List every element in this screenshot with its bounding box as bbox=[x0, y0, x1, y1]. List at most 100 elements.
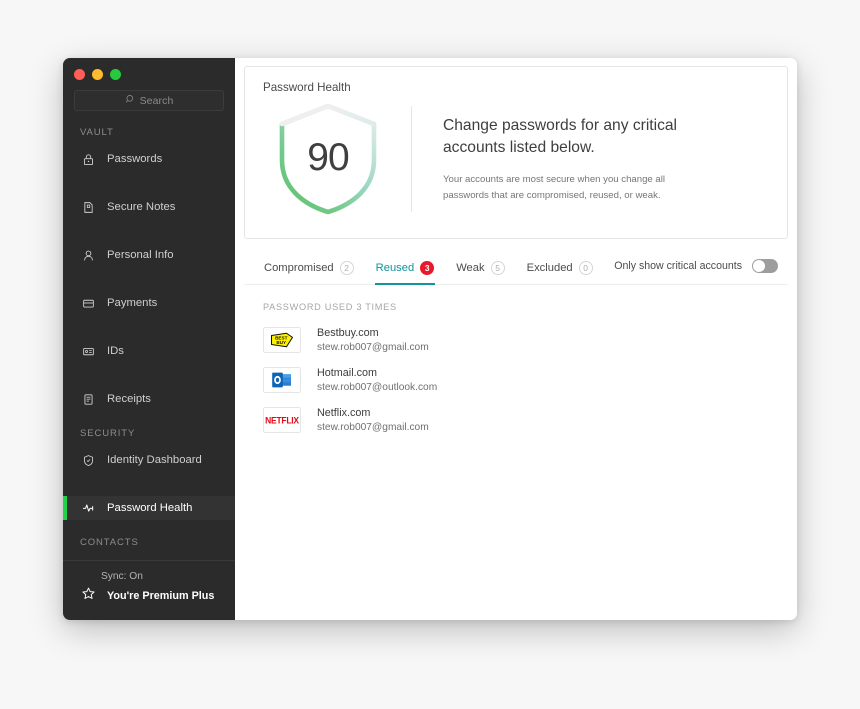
list-section-label: PASSWORD USED 3 TIMES bbox=[263, 302, 397, 312]
health-score-shield: 90 bbox=[270, 100, 386, 218]
sidebar-group-label-vault: VAULT bbox=[80, 127, 114, 138]
page-title: Password Health bbox=[263, 81, 351, 94]
sidebar-item-passwords[interactable]: Passwords bbox=[63, 147, 235, 171]
sidebar-group-vault: VAULT Passwords Secure Notes Personal In… bbox=[63, 127, 235, 411]
tab-reused[interactable]: Reused 3 bbox=[365, 255, 446, 285]
sidebar-item-label: Personal Info bbox=[107, 249, 174, 261]
bestbuy-logo: BEST BUY bbox=[263, 327, 301, 353]
svg-text:BUY: BUY bbox=[276, 340, 287, 345]
maximize-button[interactable] bbox=[110, 69, 121, 80]
sidebar-nav: VAULT Passwords Secure Notes Personal In… bbox=[63, 111, 235, 560]
health-headline: Change passwords for any critical accoun… bbox=[443, 116, 678, 156]
health-score-value: 90 bbox=[307, 136, 349, 180]
premium-plan-label: You're Premium Plus bbox=[107, 590, 215, 602]
toggle-knob bbox=[753, 259, 765, 272]
tab-excluded[interactable]: Excluded 0 bbox=[516, 255, 604, 284]
nav-gap bbox=[63, 171, 235, 195]
sidebar-item-label: Payments bbox=[107, 297, 158, 309]
nav-gap bbox=[63, 315, 235, 339]
sidebar-item-label: Identity Dashboard bbox=[107, 454, 202, 466]
sidebar-item-password-health[interactable]: Password Health bbox=[63, 496, 235, 520]
row-site: Bestbuy.com bbox=[317, 327, 379, 339]
sidebar-group-security: SECURITY Identity Dashboard Password Hea… bbox=[63, 428, 235, 520]
main-content: Password Health 90 Change passwords for … bbox=[235, 58, 797, 620]
nav-gap bbox=[63, 219, 235, 243]
netflix-logo: NETFLIX bbox=[263, 407, 301, 433]
shield-icon bbox=[81, 453, 96, 468]
tab-count-badge: 3 bbox=[420, 261, 435, 275]
nav-gap bbox=[63, 472, 235, 496]
person-icon bbox=[81, 248, 96, 263]
sidebar-item-secure-notes[interactable]: Secure Notes bbox=[63, 195, 235, 219]
row-account: stew.rob007@gmail.com bbox=[317, 422, 429, 433]
table-row[interactable]: BEST BUY Bestbuy.com stew.rob007@gmail.c… bbox=[253, 320, 778, 360]
note-icon bbox=[81, 200, 96, 215]
sidebar-group-contacts: CONTACTS Sharing Center bbox=[63, 537, 235, 560]
table-row[interactable]: Hotmail.com stew.rob007@outlook.com bbox=[253, 360, 778, 400]
sidebar: Search VAULT Passwords Secure Notes Pers… bbox=[63, 58, 235, 620]
sidebar-footer: Sync: On You're Premium Plus bbox=[63, 560, 235, 620]
sidebar-item-label: Password Health bbox=[107, 502, 193, 514]
table-row[interactable]: NETFLIX Netflix.com stew.rob007@gmail.co… bbox=[253, 400, 778, 440]
receipt-icon bbox=[81, 392, 96, 407]
search-icon bbox=[125, 92, 136, 110]
row-texts: Hotmail.com stew.rob007@outlook.com bbox=[317, 367, 437, 393]
tab-compromised[interactable]: Compromised 2 bbox=[253, 255, 365, 284]
star-icon bbox=[81, 586, 96, 606]
svg-text:NETFLIX: NETFLIX bbox=[265, 415, 299, 425]
row-account: stew.rob007@gmail.com bbox=[317, 342, 429, 353]
shield-column: 90 bbox=[245, 100, 411, 218]
pulse-icon bbox=[81, 501, 96, 516]
row-site: Hotmail.com bbox=[317, 367, 377, 379]
tab-label: Compromised bbox=[264, 262, 334, 274]
filter-tabs-bar: Compromised 2 Reused 3 Weak 5 Excluded 0 bbox=[244, 255, 788, 285]
tab-label: Reused bbox=[375, 262, 415, 274]
password-health-card: Password Health 90 Change passwords for … bbox=[244, 66, 788, 239]
window-traffic-lights bbox=[63, 58, 235, 80]
critical-accounts-label: Only show critical accounts bbox=[614, 259, 742, 272]
credit-card-icon bbox=[81, 296, 96, 311]
sidebar-group-label-contacts: CONTACTS bbox=[80, 537, 139, 548]
row-texts: Bestbuy.com stew.rob007@gmail.com bbox=[317, 327, 429, 353]
search-container: Search bbox=[63, 80, 235, 111]
tab-label: Excluded bbox=[526, 262, 573, 274]
tab-weak[interactable]: Weak 5 bbox=[445, 255, 515, 284]
health-summary: 90 Change passwords for any critical acc… bbox=[245, 94, 787, 238]
health-subtext: Your accounts are most secure when you c… bbox=[443, 174, 666, 201]
minimize-button[interactable] bbox=[92, 69, 103, 80]
sidebar-item-identity-dashboard[interactable]: Identity Dashboard bbox=[63, 448, 235, 472]
sidebar-item-label: Receipts bbox=[107, 393, 151, 405]
id-card-icon bbox=[81, 344, 96, 359]
nav-gap bbox=[63, 267, 235, 291]
outlook-logo bbox=[263, 367, 301, 393]
sidebar-item-payments[interactable]: Payments bbox=[63, 291, 235, 315]
row-account: stew.rob007@outlook.com bbox=[317, 382, 438, 393]
tab-count: 0 bbox=[578, 261, 593, 275]
close-button[interactable] bbox=[74, 69, 85, 80]
tab-count: 2 bbox=[339, 261, 354, 275]
tab-count: 5 bbox=[490, 261, 505, 275]
lock-icon bbox=[81, 152, 96, 167]
nav-gap bbox=[63, 363, 235, 387]
search-input[interactable]: Search bbox=[74, 90, 224, 111]
sidebar-item-label: IDs bbox=[107, 345, 124, 357]
search-placeholder-text: Search bbox=[139, 94, 174, 107]
sidebar-item-personal-info[interactable]: Personal Info bbox=[63, 243, 235, 267]
row-texts: Netflix.com stew.rob007@gmail.com bbox=[317, 407, 429, 433]
page-background: Search VAULT Passwords Secure Notes Pers… bbox=[0, 0, 860, 709]
sidebar-item-label: Passwords bbox=[107, 153, 163, 165]
premium-plan-row[interactable]: You're Premium Plus bbox=[63, 586, 235, 606]
row-site: Netflix.com bbox=[317, 407, 371, 419]
health-text-column: Change passwords for any critical accoun… bbox=[412, 115, 717, 203]
sidebar-group-label-security: SECURITY bbox=[80, 428, 136, 439]
critical-accounts-toggle[interactable] bbox=[752, 258, 778, 273]
tab-label: Weak bbox=[456, 262, 485, 274]
filter-tabs: Compromised 2 Reused 3 Weak 5 Excluded 0 bbox=[253, 255, 604, 285]
sidebar-item-receipts[interactable]: Receipts bbox=[63, 387, 235, 411]
app-window: Search VAULT Passwords Secure Notes Pers… bbox=[63, 58, 797, 620]
account-list: PASSWORD USED 3 TIMES BEST BUY Bestbuy.c… bbox=[244, 285, 788, 440]
sidebar-item-label: Secure Notes bbox=[107, 201, 176, 213]
critical-accounts-filter[interactable]: Only show critical accounts bbox=[614, 258, 778, 281]
sync-status: Sync: On bbox=[101, 571, 143, 582]
sidebar-item-ids[interactable]: IDs bbox=[63, 339, 235, 363]
